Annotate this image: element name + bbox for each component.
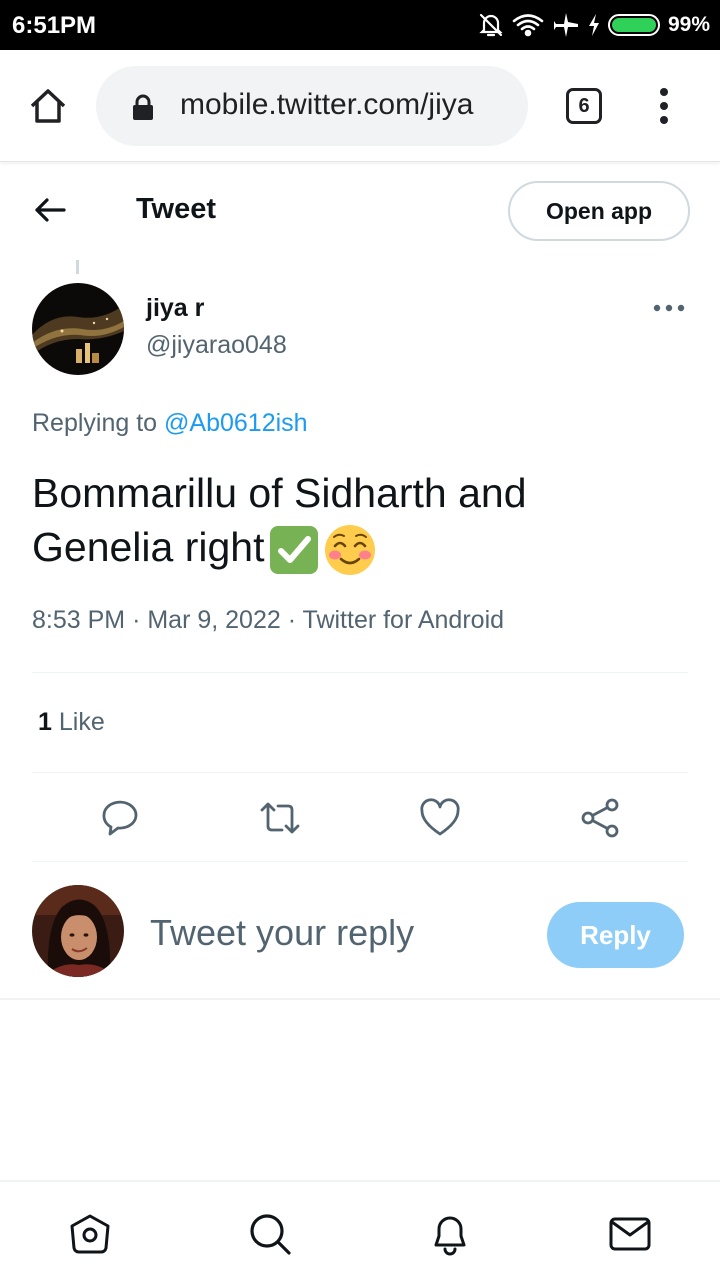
tweet-date[interactable]: Mar 9, 2022	[147, 606, 280, 634]
reply-icon[interactable]	[98, 796, 142, 840]
divider	[32, 772, 688, 773]
messages-icon[interactable]	[608, 1212, 652, 1256]
divider	[32, 861, 688, 862]
browser-toolbar: mobile.twitter.com/jiya 6	[0, 50, 720, 162]
bell-off-icon	[478, 12, 504, 38]
more-vertical-icon[interactable]	[654, 86, 674, 126]
likes-count[interactable]: 1 Like	[38, 708, 105, 737]
reply-input[interactable]: Tweet your reply	[150, 912, 414, 954]
address-bar[interactable]: mobile.twitter.com/jiya	[96, 66, 528, 146]
check-mark-emoji	[268, 524, 320, 576]
replying-prefix: Replying to	[32, 409, 158, 437]
like-icon[interactable]	[418, 796, 462, 840]
status-time: 6:51PM	[12, 12, 97, 39]
page-title: Tweet	[136, 193, 217, 225]
user-avatar[interactable]	[32, 885, 124, 977]
smiling-blushing-emoji	[324, 524, 376, 576]
replying-to-mention[interactable]: @Ab0612ish	[164, 409, 308, 437]
tab-switcher-button[interactable]: 6	[566, 88, 602, 124]
tweet-meta: 8:53 PM · Mar 9, 2022 · Twitter for Andr…	[32, 606, 504, 635]
retweet-icon[interactable]	[258, 796, 302, 840]
tweet-time[interactable]: 8:53 PM	[32, 606, 125, 634]
tweet-text-line-2: Genelia right	[32, 520, 672, 576]
home-icon[interactable]	[28, 86, 68, 126]
meta-separator: ·	[132, 606, 141, 634]
like-count-number: 1	[38, 708, 52, 736]
reply-button[interactable]: Reply	[547, 902, 684, 968]
tweet-text-line: Genelia right	[32, 524, 265, 570]
back-arrow-icon[interactable]	[30, 190, 70, 230]
notifications-icon[interactable]	[428, 1212, 472, 1256]
replying-to: Replying to @Ab0612ish	[32, 409, 308, 438]
tweet-text-line: Bommarillu of Sidharth and	[32, 470, 527, 516]
battery-percent: 99%	[667, 13, 710, 36]
meta-separator: ·	[287, 606, 297, 634]
lock-icon	[132, 94, 154, 120]
search-icon[interactable]	[248, 1212, 292, 1256]
open-app-button[interactable]: Open app	[508, 181, 690, 241]
more-horizontal-icon[interactable]	[652, 298, 686, 318]
tweet-source[interactable]: Twitter for Android	[303, 606, 504, 634]
tweet-text: Bommarillu of Sidharth and Genelia right	[32, 466, 672, 576]
divider	[0, 998, 720, 1000]
share-icon[interactable]	[578, 796, 622, 840]
thread-connector-line	[76, 260, 79, 274]
airplane-icon	[552, 11, 580, 39]
url-text: mobile.twitter.com/jiya	[180, 88, 474, 121]
battery-icon	[607, 14, 660, 36]
status-icons: 99%	[478, 10, 710, 40]
home-icon[interactable]	[68, 1212, 112, 1256]
bottom-navigation	[0, 1180, 720, 1280]
like-count-label: Like	[58, 708, 105, 736]
author-avatar[interactable]	[32, 283, 124, 375]
charging-icon	[588, 14, 600, 36]
author-handle[interactable]: @jiyarao048	[146, 331, 287, 360]
wifi-icon	[512, 13, 544, 37]
status-bar: 6:51PM 99%	[0, 0, 720, 50]
divider	[32, 672, 688, 673]
author-name[interactable]: jiya r	[146, 294, 204, 323]
